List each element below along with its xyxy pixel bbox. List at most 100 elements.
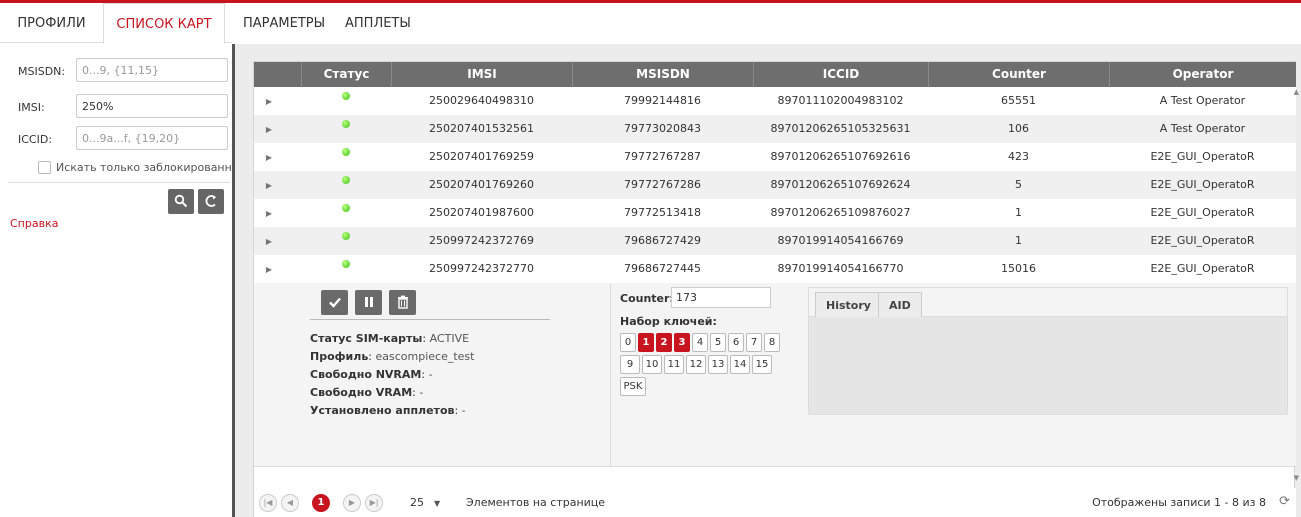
operator-cell: E2E_GUI_OperatoR bbox=[1150, 206, 1255, 219]
detail-column-separator bbox=[610, 283, 611, 467]
reset-icon bbox=[205, 195, 216, 207]
msisdn-cell: 79686727445 bbox=[624, 262, 701, 275]
next-page-button[interactable]: ▶ bbox=[343, 494, 361, 512]
key-5[interactable]: 5 bbox=[710, 333, 726, 352]
key-2[interactable]: 2 bbox=[656, 333, 672, 352]
column-header-operator[interactable]: Operator bbox=[1109, 62, 1296, 87]
trash-icon bbox=[397, 295, 408, 309]
msisdn-cell: 79772767286 bbox=[624, 178, 701, 191]
help-link[interactable]: Справка bbox=[10, 217, 58, 230]
key-0[interactable]: 0 bbox=[620, 333, 636, 352]
chevron-right-icon[interactable]: ▶ bbox=[266, 153, 272, 162]
chevron-right-icon[interactable]: ▶ bbox=[266, 125, 272, 134]
expand-row-icon[interactable]: ▶ bbox=[254, 87, 284, 115]
iccid-cell: 897019914054166770 bbox=[777, 262, 904, 275]
reset-button[interactable] bbox=[198, 189, 224, 214]
last-page-button[interactable]: ▶| bbox=[365, 494, 383, 512]
key-14[interactable]: 14 bbox=[730, 355, 750, 374]
search-button[interactable] bbox=[168, 189, 194, 214]
column-header-iccid[interactable]: ICCID bbox=[753, 62, 928, 87]
expand-row-icon[interactable]: ▶ bbox=[254, 115, 284, 143]
status-dot-icon bbox=[342, 232, 350, 240]
blocked-only-checkbox[interactable] bbox=[38, 161, 51, 174]
prev-page-button[interactable]: ◀ bbox=[281, 494, 299, 512]
table-row[interactable]: ▶ 250207401987600 79772513418 8970120626510… bbox=[254, 199, 1296, 227]
tab-card-list[interactable]: СПИСОК КАРТ bbox=[103, 3, 225, 44]
column-header-status[interactable]: Статус bbox=[301, 62, 391, 87]
psk-key[interactable]: PSK bbox=[620, 377, 646, 396]
scroll-down-arrow[interactable]: ▼ bbox=[1294, 474, 1299, 482]
tab-history[interactable]: History bbox=[815, 292, 882, 317]
expand-row-icon[interactable]: ▶ bbox=[254, 199, 284, 227]
profile-line: Профиль: eascompiece_test bbox=[310, 350, 475, 363]
scroll-up-arrow[interactable]: ▲ bbox=[1294, 88, 1299, 96]
chevron-right-icon[interactable]: ▶ bbox=[266, 237, 272, 246]
nvram-value: - bbox=[428, 368, 433, 381]
main-tab-bar: ПАРАМЕТРЫ АППЛЕТЫ bbox=[235, 3, 1301, 43]
table-row[interactable]: ▶ 250207401769259 79772767287 8970120626510… bbox=[254, 143, 1296, 171]
tab-applets[interactable]: АППЛЕТЫ bbox=[345, 3, 411, 43]
blocked-only-row[interactable]: Искать только заблокированные bbox=[38, 159, 247, 177]
iccid-input[interactable] bbox=[76, 126, 228, 150]
key-4[interactable]: 4 bbox=[692, 333, 708, 352]
table-row[interactable]: ▶ 250997242372769 79686727429 8970199140541… bbox=[254, 227, 1296, 255]
status-dot-icon bbox=[342, 260, 350, 268]
nvram-label: Свободно NVRAM bbox=[310, 368, 422, 381]
detail-tab-bar: History AID bbox=[809, 288, 1287, 317]
expand-row-icon[interactable]: ▶ bbox=[254, 143, 284, 171]
chevron-right-icon[interactable]: ▶ bbox=[266, 209, 272, 218]
key-set-label: Набор ключей: bbox=[620, 315, 717, 328]
counter-input[interactable] bbox=[671, 287, 771, 308]
counter-cell: 1 bbox=[1015, 234, 1022, 247]
per-page-label: Элементов на странице bbox=[466, 496, 606, 509]
key-3[interactable]: 3 bbox=[674, 333, 690, 352]
key-13[interactable]: 13 bbox=[708, 355, 728, 374]
key-9[interactable]: 9 bbox=[620, 355, 640, 374]
applets-value: - bbox=[461, 404, 466, 417]
chevron-right-icon[interactable]: ▶ bbox=[266, 181, 272, 190]
search-icon bbox=[174, 194, 188, 208]
chevron-right-icon[interactable]: ▶ bbox=[266, 97, 272, 106]
expand-row-icon[interactable]: ▶ bbox=[254, 255, 284, 283]
tab-aid[interactable]: AID bbox=[878, 292, 922, 317]
key-7[interactable]: 7 bbox=[746, 333, 762, 352]
column-header-msisdn[interactable]: MSISDN bbox=[572, 62, 753, 87]
expander-column-header bbox=[254, 62, 301, 87]
chevron-right-icon[interactable]: ▶ bbox=[266, 265, 272, 274]
table-row[interactable]: ▶ 250997242372770 79686727445 8970199140541… bbox=[254, 255, 1296, 283]
table-row[interactable]: ▶ 250207401769260 79772767286 8970120626510… bbox=[254, 171, 1296, 199]
tab-parameters[interactable]: ПАРАМЕТРЫ bbox=[243, 3, 325, 43]
first-page-button[interactable]: |◀ bbox=[259, 494, 277, 512]
left-tab-bar: ПРОФИЛИ СПИСОК КАРТ bbox=[0, 3, 232, 44]
table-row[interactable]: ▶ 250029640498310 79992144816 8970111020049… bbox=[254, 87, 1296, 115]
imsi-cell: 250207401769260 bbox=[429, 178, 534, 191]
expand-row-icon[interactable]: ▶ bbox=[254, 227, 284, 255]
column-header-counter[interactable]: Counter bbox=[928, 62, 1109, 87]
vram-line: Свободно VRAM: - bbox=[310, 386, 424, 399]
key-11[interactable]: 11 bbox=[664, 355, 684, 374]
page-1-button[interactable]: 1 bbox=[312, 494, 330, 512]
table-row[interactable]: ▶ 250207401532561 79773020843 8970120626510… bbox=[254, 115, 1296, 143]
msisdn-cell: 79772513418 bbox=[624, 206, 701, 219]
expand-row-icon[interactable]: ▶ bbox=[254, 171, 284, 199]
column-header-imsi[interactable]: IMSI bbox=[391, 62, 572, 87]
msisdn-input[interactable] bbox=[76, 58, 228, 82]
pause-button[interactable] bbox=[355, 290, 382, 315]
key-8[interactable]: 8 bbox=[764, 333, 780, 352]
iccid-cell: 89701206265107692624 bbox=[770, 178, 911, 191]
key-15[interactable]: 15 bbox=[752, 355, 772, 374]
delete-button[interactable] bbox=[389, 290, 416, 315]
imsi-input[interactable] bbox=[76, 94, 228, 118]
imsi-cell: 250029640498310 bbox=[429, 94, 534, 107]
key-6[interactable]: 6 bbox=[728, 333, 744, 352]
key-10[interactable]: 10 bbox=[642, 355, 662, 374]
refresh-icon[interactable]: ⟳ bbox=[1279, 494, 1290, 509]
activate-button[interactable] bbox=[321, 290, 348, 315]
nvram-line: Свободно NVRAM: - bbox=[310, 368, 433, 381]
key-12[interactable]: 12 bbox=[686, 355, 706, 374]
applets-label: Установлено апплетов bbox=[310, 404, 455, 417]
iccid-cell: 897011102004983102 bbox=[777, 94, 904, 107]
tab-profiles[interactable]: ПРОФИЛИ bbox=[0, 3, 103, 43]
key-1[interactable]: 1 bbox=[638, 333, 654, 352]
page-size-select[interactable]: 25 ▼ bbox=[410, 496, 440, 509]
